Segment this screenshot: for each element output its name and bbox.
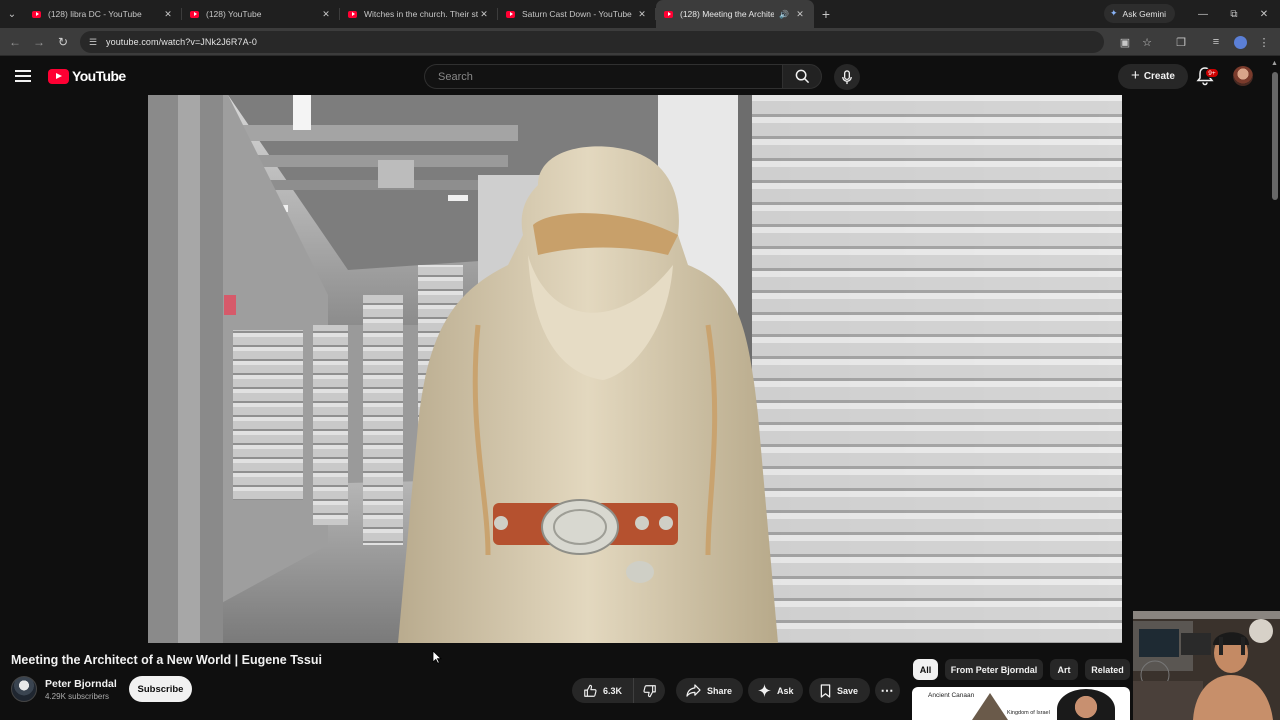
- thumbnail-text: Ancient Canaan: [928, 692, 975, 699]
- notification-badge: 9+: [1205, 68, 1219, 78]
- chip-related[interactable]: Related: [1085, 659, 1130, 680]
- microphone-icon: [842, 69, 852, 84]
- chip-art[interactable]: Art: [1050, 659, 1078, 680]
- save-label: Save: [837, 685, 859, 696]
- account-avatar[interactable]: [1233, 66, 1253, 86]
- tab-title: (128) Meeting the Architect: [680, 9, 775, 19]
- tab-title: Saturn Cast Down - YouTube: [522, 9, 632, 19]
- ask-button[interactable]: Ask: [748, 678, 803, 703]
- profile-avatar-icon[interactable]: [1231, 32, 1249, 52]
- webcam-overlay: [1133, 611, 1280, 720]
- youtube-logo[interactable]: YouTube: [48, 68, 126, 84]
- extensions-icon[interactable]: ❐: [1172, 32, 1190, 52]
- address-bar[interactable]: ☰ youtube.com/watch?v=JNk2J6R7A-0: [80, 31, 1104, 53]
- reload-icon[interactable]: ↻: [53, 32, 73, 52]
- channel-avatar[interactable]: [11, 676, 37, 702]
- subscribe-button[interactable]: Subscribe: [129, 676, 192, 702]
- create-label: Create: [1143, 71, 1175, 82]
- media-controls-icon[interactable]: ≡: [1207, 32, 1225, 52]
- browser-toolbar: ← → ↻ ☰ youtube.com/watch?v=JNk2J6R7A-0 …: [0, 28, 1280, 56]
- search-icon: [795, 69, 809, 84]
- mouse-cursor-icon: [432, 650, 442, 664]
- browser-tab[interactable]: (128) YouTube ✕: [182, 0, 340, 28]
- speaker-icon[interactable]: 🔊: [779, 10, 789, 19]
- restore-window-icon[interactable]: ⧉: [1219, 0, 1249, 28]
- share-arrow-icon: [686, 684, 701, 697]
- tab-close-icon[interactable]: ✕: [794, 9, 806, 20]
- tab-title: Witches in the church. Their str: [364, 9, 478, 19]
- thumbs-down-icon: [642, 684, 656, 697]
- tab-close-icon[interactable]: ✕: [320, 9, 332, 20]
- close-window-icon[interactable]: ✕: [1249, 0, 1279, 28]
- browser-tab-strip: ⌄ (128) libra DC - YouTube ✕ (128) YouTu…: [0, 0, 1280, 28]
- thumbs-up-icon: [584, 684, 597, 697]
- video-frame: [148, 95, 1122, 643]
- tab-title: (128) libra DC - YouTube: [48, 9, 142, 19]
- url-text[interactable]: youtube.com/watch?v=JNk2J6R7A-0: [106, 37, 257, 47]
- ask-label: Ask: [777, 685, 794, 696]
- sparkle-icon: [758, 684, 771, 697]
- tab-title: (128) YouTube: [206, 9, 262, 19]
- youtube-favicon-icon: [190, 10, 199, 18]
- forward-arrow-icon[interactable]: →: [29, 32, 49, 52]
- youtube-masthead: YouTube + Create: [0, 56, 1270, 96]
- browser-tab[interactable]: Witches in the church. Their str ✕: [340, 0, 498, 28]
- search-button[interactable]: [782, 64, 822, 89]
- share-label: Share: [707, 685, 733, 696]
- chip-from-channel[interactable]: From Peter Bjorndal: [945, 659, 1043, 680]
- save-button[interactable]: Save: [809, 678, 870, 703]
- youtube-favicon-icon: [32, 10, 41, 18]
- new-tab-plus-icon[interactable]: +: [814, 0, 838, 28]
- back-arrow-icon[interactable]: ←: [5, 32, 25, 52]
- ask-gemini-label: Ask Gemini: [1122, 8, 1167, 19]
- tab-close-icon[interactable]: ✕: [478, 9, 490, 20]
- tab-close-icon[interactable]: ✕: [162, 9, 174, 20]
- menu-hamburger-icon[interactable]: [14, 68, 32, 84]
- search-input[interactable]: [438, 70, 782, 83]
- site-info-icon[interactable]: ☰: [86, 35, 100, 49]
- browser-tab-active[interactable]: (128) Meeting the Architect 🔊 ✕: [656, 0, 814, 28]
- search-box[interactable]: [424, 64, 782, 89]
- scroll-up-arrow-icon[interactable]: ▲: [1271, 60, 1278, 67]
- bookmark-star-icon[interactable]: ☆: [1138, 32, 1156, 52]
- video-player[interactable]: [148, 95, 1122, 643]
- webcam-image: [1133, 611, 1280, 720]
- chip-all[interactable]: All: [913, 659, 938, 680]
- like-dislike-group: 6.3K: [572, 678, 665, 703]
- bookmark-icon: [820, 683, 831, 698]
- youtube-logo-text: YouTube: [72, 68, 126, 84]
- youtube-favicon-icon: [348, 10, 357, 18]
- browser-menu-icon[interactable]: ⋮: [1255, 32, 1273, 52]
- thumbnail-face: [1057, 689, 1115, 720]
- more-horizontal-icon: ⋯: [880, 682, 895, 698]
- related-video-thumbnail[interactable]: Ancient Canaan Kingdom of Israel: [912, 687, 1130, 720]
- share-button[interactable]: Share: [676, 678, 743, 703]
- dislike-button[interactable]: [634, 678, 665, 703]
- youtube-favicon-icon: [506, 10, 515, 18]
- ask-gemini-button[interactable]: ✦ Ask Gemini: [1104, 4, 1176, 23]
- gemini-spark-icon: ✦: [1110, 8, 1118, 18]
- minimize-icon[interactable]: —: [1188, 0, 1218, 28]
- scrollbar-thumb[interactable]: [1272, 72, 1278, 200]
- channel-name[interactable]: Peter Bjorndal: [45, 678, 117, 690]
- video-title: Meeting the Architect of a New World | E…: [11, 653, 322, 667]
- pyramid-graphic: [972, 693, 1008, 720]
- plus-icon: +: [1131, 67, 1140, 84]
- thumbnail-text: Kingdom of Israel: [1007, 710, 1050, 716]
- tab-close-icon[interactable]: ✕: [636, 9, 648, 20]
- install-app-icon[interactable]: ▣: [1116, 32, 1134, 52]
- create-button[interactable]: + Create: [1118, 64, 1188, 89]
- more-actions-button[interactable]: ⋯: [875, 678, 900, 703]
- tab-search-chevron-icon[interactable]: ⌄: [0, 0, 24, 28]
- browser-tab[interactable]: Saturn Cast Down - YouTube ✕: [498, 0, 656, 28]
- youtube-play-logo-icon: [48, 68, 69, 84]
- like-count: 6.3K: [603, 685, 623, 696]
- like-button[interactable]: 6.3K: [572, 678, 634, 703]
- subscriber-count: 4.29K subscribers: [45, 692, 110, 701]
- youtube-favicon-icon: [664, 10, 673, 18]
- browser-tab[interactable]: (128) libra DC - YouTube ✕: [24, 0, 182, 28]
- voice-search-button[interactable]: [834, 64, 860, 90]
